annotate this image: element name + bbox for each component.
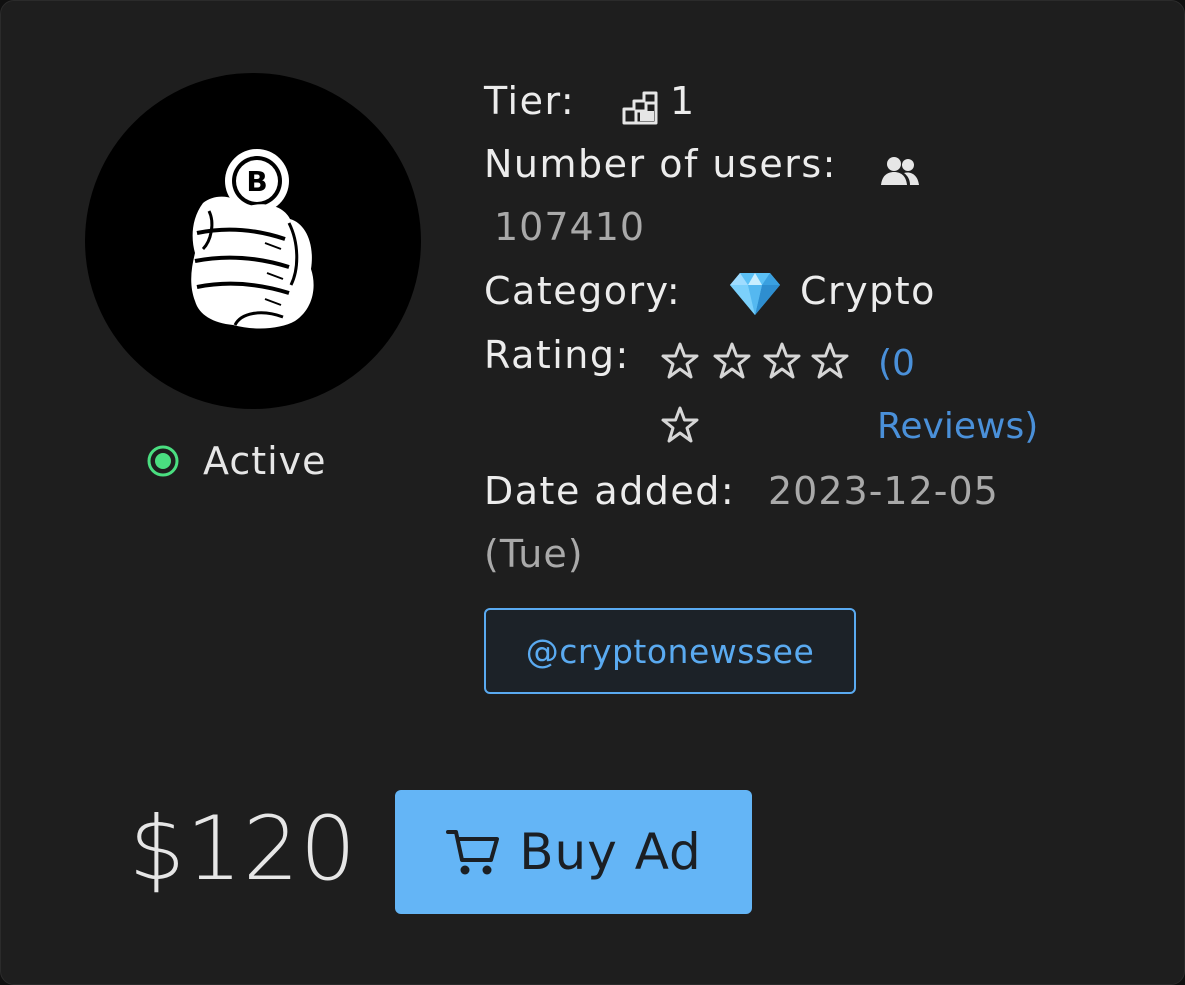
category-value: Crypto — [800, 269, 936, 313]
tier-label: Tier: — [484, 79, 576, 123]
users-value: 107410 — [494, 205, 646, 249]
status-indicator: Active — [147, 437, 327, 485]
tier-value: 1 — [670, 79, 696, 123]
rating-label: Rating: — [484, 333, 630, 377]
stairs-icon — [622, 91, 658, 125]
cart-icon — [446, 830, 500, 875]
buy-ad-label: Buy Ad — [519, 823, 702, 881]
svg-text:B: B — [246, 165, 267, 198]
star-icon — [811, 342, 849, 379]
star-icon — [763, 342, 801, 379]
date-value: 2023-12-05 — [768, 469, 999, 513]
users-icon — [881, 157, 919, 185]
category-label: Category: — [484, 269, 682, 313]
channel-handle-button[interactable]: @cryptonewssee — [484, 608, 856, 694]
star-icon — [661, 342, 699, 379]
date-label: Date added: — [484, 469, 736, 513]
reviews-link-line2[interactable]: Reviews) — [877, 406, 1038, 447]
status-label: Active — [203, 439, 327, 483]
users-label: Number of users: — [484, 142, 837, 186]
channel-card: B Active Tier: 1 Number of users: 107410… — [0, 0, 1185, 985]
buy-ad-button[interactable]: Buy Ad — [395, 790, 752, 914]
price: $120 — [129, 797, 357, 900]
star-icon — [713, 342, 751, 379]
date-weekday: (Tue) — [484, 532, 584, 576]
channel-avatar: B — [85, 73, 421, 409]
status-dot-icon — [147, 445, 179, 477]
reviews-link-line1[interactable]: (0 — [878, 343, 915, 384]
bitcoin-fist-logo: B — [191, 149, 314, 329]
gem-icon — [730, 273, 780, 315]
star-icon — [661, 406, 699, 443]
